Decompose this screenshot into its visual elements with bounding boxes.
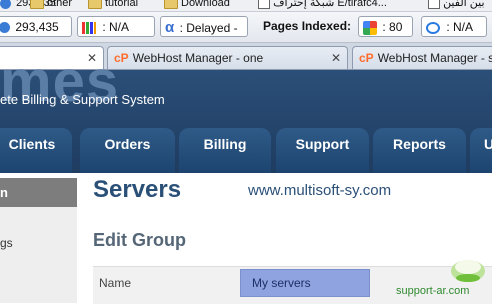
nav-label: Billing	[203, 136, 247, 152]
site-tagline: ete Billing & Support System	[0, 92, 165, 107]
pagerank-value: 293,435	[15, 20, 59, 34]
alexa-colon: :	[102, 20, 110, 34]
bookmark-download[interactable]: Download	[164, 0, 230, 11]
cpanel-icon: cP	[359, 51, 374, 65]
tab-label: WebHost Manager - s	[377, 51, 492, 65]
folder-icon	[164, 0, 178, 9]
tab-label: WebHost Manager - one	[132, 51, 264, 65]
tab-webhost-s[interactable]: cP WebHost Manager - s	[352, 46, 492, 69]
folder-icon	[30, 0, 44, 9]
nav-label: Orders	[104, 136, 151, 152]
sidebar-item-settings[interactable]: gs	[0, 236, 13, 250]
alexa-value: N/A	[109, 20, 130, 34]
section-title: Edit Group	[93, 230, 186, 250]
page-icon	[428, 0, 440, 9]
bookmark-label: other	[47, 0, 73, 9]
sidebar-item-active[interactable]: n	[0, 178, 77, 207]
alexa-icon	[82, 21, 96, 34]
bing-indexed-box[interactable]: : N/A	[421, 16, 487, 37]
bing-colon: :	[446, 20, 454, 34]
watermark-logo-icon	[451, 260, 485, 282]
site-header: mes ete Billing & Support System Clients…	[0, 49, 492, 173]
server-domain-link[interactable]: www.multisoft-sy.com	[248, 182, 391, 199]
bookmark-arabic[interactable]: شبكة إحتراف E/tirafc4...	[258, 0, 387, 11]
sidebar-item-label: n	[0, 185, 8, 200]
page-title: Servers	[93, 176, 182, 203]
name-label: Name	[99, 276, 132, 290]
eye-icon	[0, 22, 10, 34]
page-icon	[258, 0, 270, 9]
bing-value: N/A	[453, 20, 474, 34]
bookmark-label: بين الفين	[443, 0, 485, 9]
nav-clients[interactable]: Clients	[0, 128, 72, 173]
pagerank-box[interactable]: 293,435	[0, 16, 72, 37]
bookmark-label: tutorial	[105, 0, 139, 9]
bookmark-tutorial[interactable]: tutorial	[88, 0, 138, 11]
bing-icon	[426, 21, 440, 34]
nav-orders[interactable]: Orders	[80, 128, 175, 173]
nav-utilities[interactable]: U	[470, 128, 492, 173]
nav-billing[interactable]: Billing	[179, 128, 271, 173]
nav-support[interactable]: Support	[276, 128, 369, 173]
alpha-icon: α	[165, 19, 175, 36]
nav-reports[interactable]: Reports	[373, 128, 466, 173]
close-icon[interactable]: ✕	[331, 47, 341, 69]
alexa-box[interactable]: : N/A	[77, 16, 155, 37]
google-count: 80	[389, 20, 403, 34]
sidebar: n gs	[0, 178, 77, 303]
delayed-label: Delayed -	[186, 21, 238, 35]
bookmark-label: Download	[181, 0, 230, 9]
nav-label: Clients	[8, 136, 56, 152]
folder-icon	[88, 0, 102, 9]
tab-webhost-one[interactable]: cP WebHost Manager - one ✕	[107, 46, 348, 69]
nav-label: U	[484, 136, 492, 152]
google-icon	[363, 20, 377, 35]
bookmark-other[interactable]: other	[30, 0, 72, 11]
group-name-input[interactable]	[240, 269, 370, 297]
eye-icon	[0, 0, 11, 9]
watermark-text: support-ar.com	[396, 285, 470, 297]
bookmark-arabic-2[interactable]: بين الفين	[428, 0, 485, 11]
google-indexed-box[interactable]: : 80	[358, 16, 413, 37]
delayed-dropdown[interactable]: α : Delayed -	[160, 16, 248, 37]
pages-indexed-label: Pages Indexed:	[263, 19, 352, 33]
nav-label: Support	[295, 136, 350, 152]
bookmark-label: شبكة إحتراف E/tirafc4...	[273, 0, 387, 9]
bookmarks-bar: 293,435 other tutorial Download شبكة إحت…	[0, 0, 492, 12]
seo-toolbar: 293,435 : N/A α : Delayed - Pages Indexe…	[0, 12, 492, 43]
nav-label: Reports	[393, 136, 446, 152]
google-colon: :	[382, 20, 390, 34]
